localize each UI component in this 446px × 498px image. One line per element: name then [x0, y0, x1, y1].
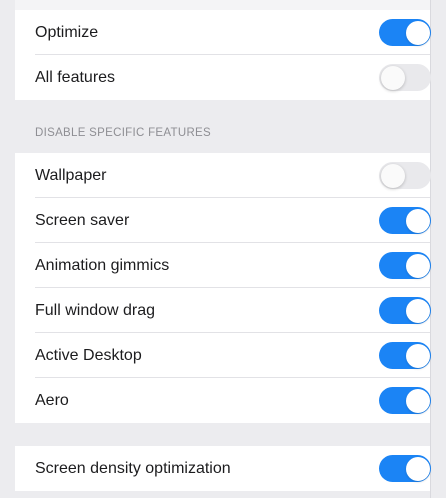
optimize-toggle[interactable] [379, 19, 431, 46]
main-settings-group: Optimize All features [15, 10, 431, 100]
density-settings-group: Screen density optimization [15, 446, 431, 491]
toggle-knob [405, 456, 430, 481]
setting-row-active-desktop: Active Desktop [15, 333, 431, 378]
setting-label-screen-density-optimization: Screen density optimization [35, 459, 231, 477]
setting-row-screen-saver: Screen saver [15, 198, 431, 243]
screen-density-optimization-toggle[interactable] [379, 455, 431, 482]
animation-gimmics-toggle[interactable] [379, 252, 431, 279]
wallpaper-toggle[interactable] [379, 162, 431, 189]
toggle-knob [405, 20, 430, 45]
setting-label-full-window-drag: Full window drag [35, 301, 156, 319]
toggle-knob [405, 388, 430, 413]
setting-label-wallpaper: Wallpaper [35, 166, 107, 184]
feature-settings-group: Wallpaper Screen saver Animation gimmics… [15, 153, 431, 423]
setting-row-optimize: Optimize [15, 10, 431, 55]
active-desktop-toggle[interactable] [379, 342, 431, 369]
setting-label-screen-saver: Screen saver [35, 211, 130, 229]
full-window-drag-toggle[interactable] [379, 297, 431, 324]
setting-row-full-window-drag: Full window drag [15, 288, 431, 333]
setting-label-optimize: Optimize [35, 23, 99, 41]
setting-row-wallpaper: Wallpaper [15, 153, 431, 198]
toggle-knob [405, 253, 430, 278]
setting-row-screen-density-optimization: Screen density optimization [15, 446, 431, 491]
setting-row-aero: Aero [15, 378, 431, 423]
toggle-knob [405, 208, 430, 233]
aero-toggle[interactable] [379, 387, 431, 414]
top-edge [15, 0, 430, 10]
setting-label-all-features: All features [35, 68, 116, 86]
setting-row-all-features: All features [15, 55, 431, 100]
toggle-knob [405, 298, 430, 323]
screen-saver-toggle[interactable] [379, 207, 431, 234]
toggle-knob [380, 65, 405, 90]
setting-label-active-desktop: Active Desktop [35, 346, 142, 364]
section-header-disable-specific-features: DISABLE SPECIFIC FEATURES [35, 127, 211, 139]
setting-label-animation-gimmics: Animation gimmics [35, 256, 170, 274]
setting-row-animation-gimmics: Animation gimmics [15, 243, 431, 288]
all-features-toggle[interactable] [379, 64, 431, 91]
setting-label-aero: Aero [35, 391, 69, 409]
settings-panel: Optimize All features DISABLE SPECIFIC F… [0, 0, 431, 498]
toggle-knob [405, 343, 430, 368]
toggle-knob [380, 163, 405, 188]
